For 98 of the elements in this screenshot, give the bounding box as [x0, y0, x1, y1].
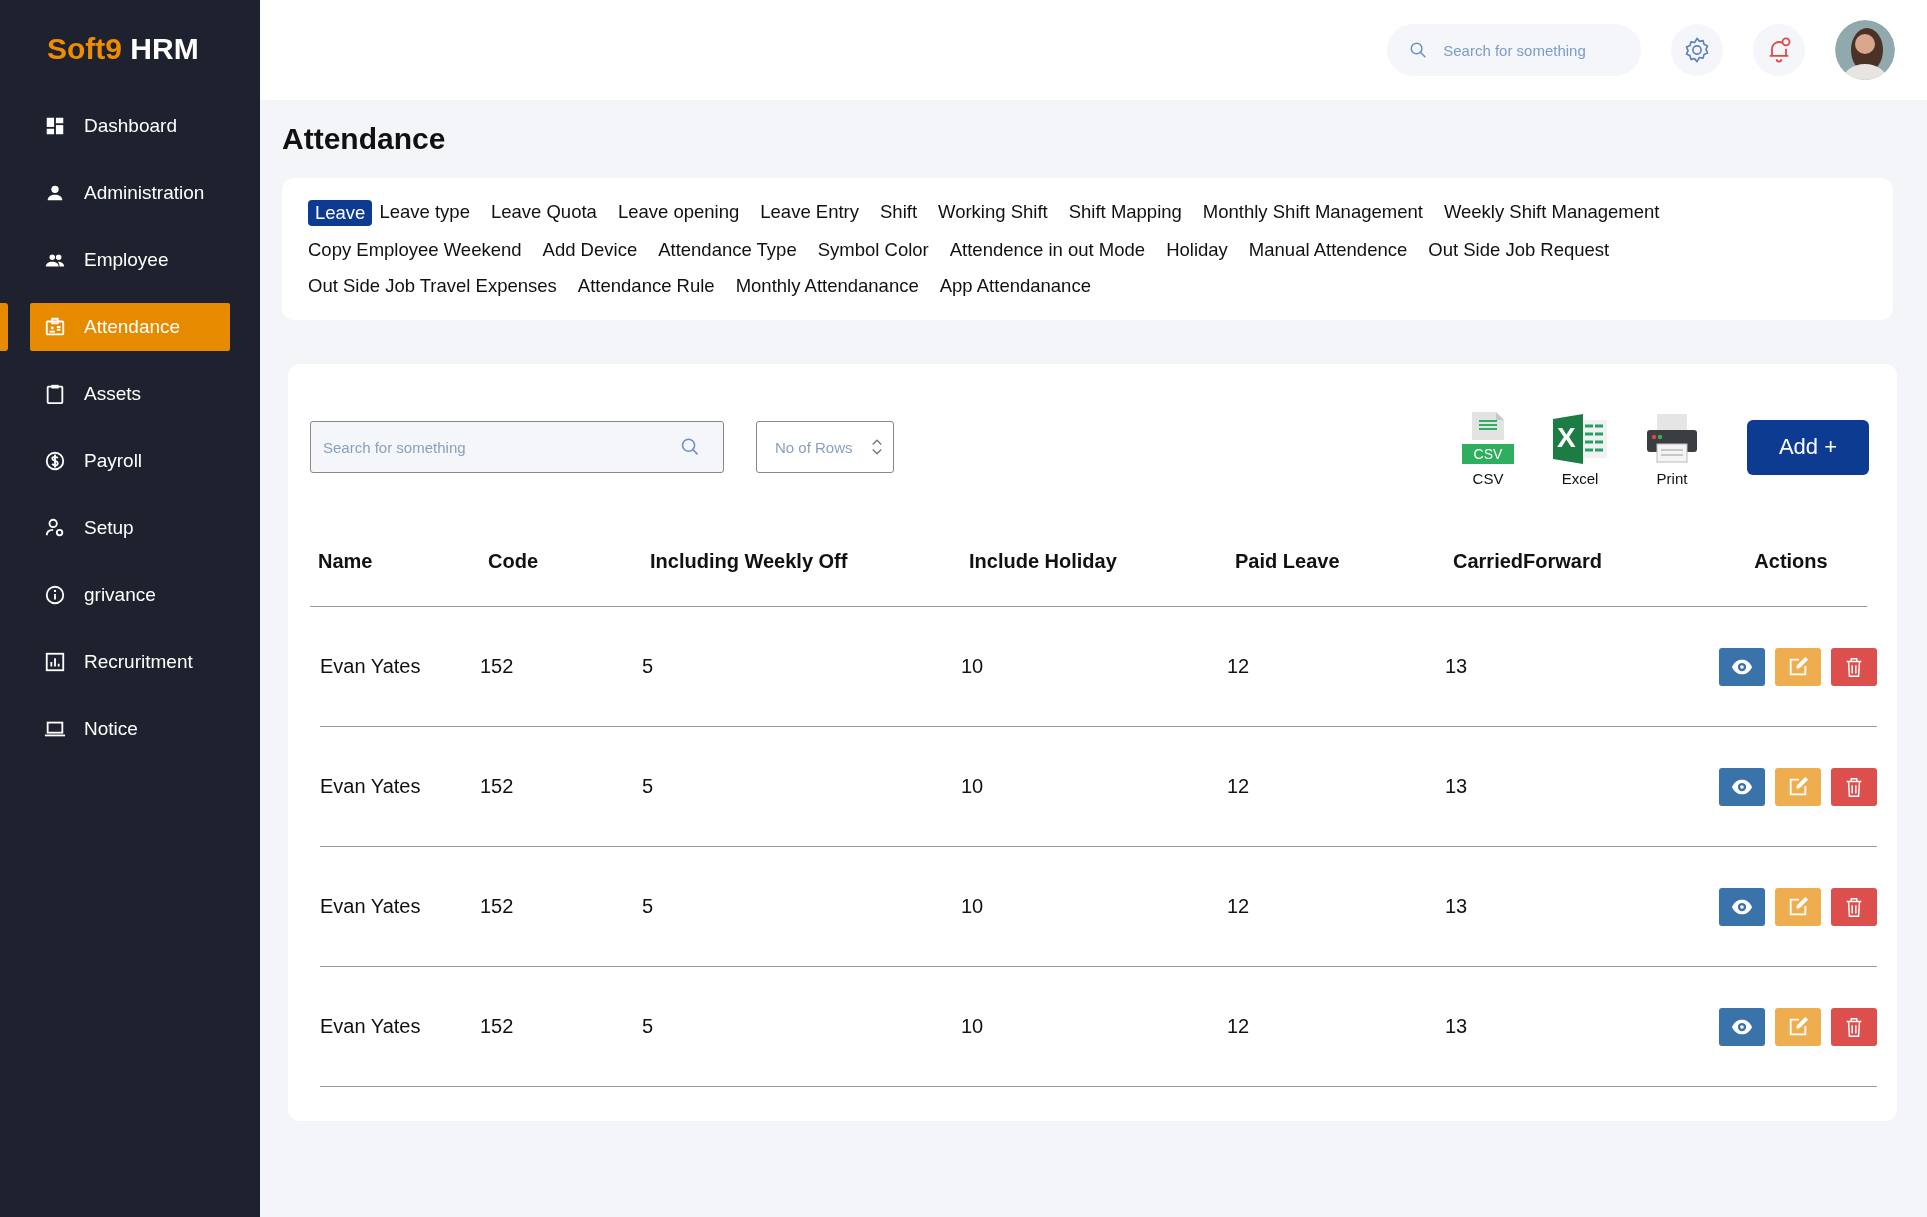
column-header: CarriedForward [1453, 549, 1603, 573]
export-print-button[interactable]: Print [1637, 407, 1707, 487]
export-excel-button[interactable]: X Excel [1545, 407, 1615, 487]
column-header: Paid Leave [1235, 549, 1341, 573]
search-field[interactable]: Search for something [1387, 24, 1641, 76]
user-gear-icon [44, 516, 66, 539]
view-button[interactable] [1719, 887, 1765, 926]
tab[interactable]: Shift [880, 200, 918, 226]
table-cell-text: 12 [1227, 895, 1251, 918]
table-cell-text: 152 [480, 1015, 515, 1038]
search-input[interactable]: Search for something [321, 437, 681, 457]
table-cell-text: 13 [1445, 775, 1469, 798]
tab[interactable]: Weekly Shift Management [1443, 200, 1660, 226]
edit-icon [1787, 895, 1809, 918]
sidebar-item[interactable]: Employee [30, 235, 230, 284]
printer-icon [1645, 413, 1699, 464]
tab[interactable]: Leave type [379, 200, 470, 226]
table-cell-text: Evan Yates [320, 775, 422, 798]
delete-button[interactable] [1831, 887, 1877, 926]
edit-icon [1787, 655, 1809, 678]
tab[interactable]: Copy Employee Weekend [308, 238, 522, 262]
column-header: Include Holiday [969, 549, 1118, 573]
sidebar-item[interactable]: Recruritment [30, 637, 230, 686]
sidebar-item[interactable]: Notice [30, 704, 230, 753]
table-cell-text: Evan Yates [320, 895, 422, 918]
tab[interactable]: Shift Mapping [1068, 200, 1182, 226]
tab[interactable]: Monthly Attendanance [735, 274, 919, 298]
search-field[interactable]: Search for something [310, 421, 724, 473]
table-cell-text: 5 [642, 655, 655, 678]
tab[interactable]: App Attendanance [939, 274, 1091, 298]
view-button[interactable] [1719, 1007, 1765, 1046]
table-cell-text: Evan Yates [320, 1015, 422, 1038]
delete-button[interactable] [1831, 1007, 1877, 1046]
table-cell-text: 5 [642, 1015, 655, 1038]
notifications-button[interactable] [1753, 24, 1805, 76]
tab[interactable]: Manual Attendence [1248, 238, 1408, 262]
table-cell-text: 10 [961, 895, 985, 918]
page-title: Attendance [282, 122, 447, 156]
clipboard-icon [44, 382, 66, 405]
table-cell-text: 12 [1227, 1015, 1251, 1038]
tab[interactable]: Attendance Rule [577, 274, 715, 298]
tab[interactable]: Out Side Job Travel Expenses [308, 274, 557, 298]
sidebar-item[interactable]: grivance [30, 570, 230, 619]
table-cell-text: 12 [1227, 655, 1251, 678]
tab[interactable]: Leave [308, 200, 373, 226]
table-cell-text: 13 [1445, 1015, 1469, 1038]
column-header: Code [488, 549, 539, 573]
bar-chart-icon [44, 650, 66, 673]
rows-select[interactable]: No of Rows [756, 421, 894, 473]
sidebar-item[interactable]: Administration [30, 168, 230, 217]
active-marker [0, 303, 8, 351]
table-cell-text: 10 [961, 775, 985, 798]
edit-icon [1787, 1015, 1809, 1038]
dollar-icon [44, 449, 66, 472]
edit-icon [1787, 775, 1809, 798]
view-button[interactable] [1719, 767, 1765, 806]
tab[interactable]: Working Shift [938, 200, 1048, 226]
tab[interactable]: Holiday [1166, 238, 1228, 262]
tab[interactable]: Out Side Job Request [1428, 238, 1610, 262]
table-cell-text: Evan Yates [320, 655, 422, 678]
column-header: Including Weekly Off [650, 549, 849, 573]
table-cell-text: 10 [961, 655, 985, 678]
table-cell-text: 12 [1227, 775, 1251, 798]
sidebar-item[interactable]: Payroll [30, 436, 230, 485]
sidebar-item[interactable]: Dashboard [30, 101, 230, 150]
table-cell-text: 10 [961, 1015, 985, 1038]
tab[interactable]: Attendence in out Mode [949, 238, 1146, 262]
tab[interactable]: Leave opening [617, 200, 740, 226]
delete-button[interactable] [1831, 767, 1877, 806]
delete-button[interactable] [1831, 647, 1877, 686]
settings-icon [1683, 36, 1711, 64]
export-csv-button[interactable]: CSV CSV [1453, 407, 1523, 487]
logo: Soft9 HRM [46, 31, 200, 67]
search-icon [680, 436, 701, 458]
tab[interactable]: Add Device [542, 238, 638, 262]
add-button[interactable]: Add + [1747, 419, 1869, 475]
table-cell-text: 13 [1445, 655, 1469, 678]
id-badge-icon [44, 315, 66, 338]
settings-button[interactable] [1671, 24, 1723, 76]
tab[interactable]: Leave Entry [760, 200, 859, 226]
sidebar-item[interactable]: Assets [30, 369, 230, 418]
view-button[interactable] [1719, 647, 1765, 686]
table-cell-text: 5 [642, 775, 655, 798]
column-header: Name [318, 549, 374, 573]
search-input[interactable]: Search for something [1441, 40, 1619, 60]
table-cell-text: 13 [1445, 895, 1469, 918]
rows-input[interactable]: No of Rows [773, 437, 872, 457]
tab[interactable]: Monthly Shift Management [1202, 200, 1423, 226]
tab[interactable]: Leave Quota [490, 200, 597, 226]
table-cell-text: 152 [480, 655, 515, 678]
table-cell-text: 5 [642, 895, 655, 918]
sidebar-item[interactable]: Setup [30, 503, 230, 552]
tab[interactable]: Attendance Type [658, 238, 797, 262]
tab[interactable]: Symbol Color [817, 238, 929, 262]
column-header: Actions [1753, 549, 1829, 573]
table-cell-text: 152 [480, 895, 515, 918]
table-cell-text: 152 [480, 775, 515, 798]
info-icon [44, 583, 66, 606]
